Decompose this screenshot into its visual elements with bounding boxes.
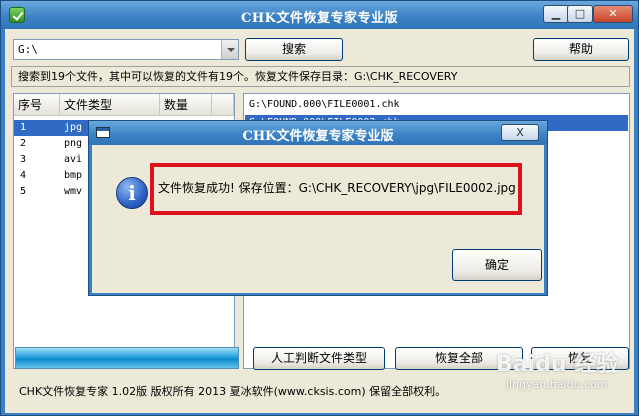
title-bar[interactable]: CHK文件恢复专家专业版 ▁ □ ✕ xyxy=(1,1,638,29)
column-header-filler xyxy=(212,94,234,116)
column-header-count[interactable]: 数量 xyxy=(160,94,212,116)
row-type: avi xyxy=(64,154,83,165)
info-icon: i xyxy=(116,177,148,209)
path-combo-input[interactable]: G:\ xyxy=(13,39,239,60)
close-button[interactable]: ✕ xyxy=(593,5,633,23)
row-type: wmv xyxy=(64,186,83,197)
dialog-close-button[interactable]: X xyxy=(501,124,539,141)
combo-dropdown-icon[interactable] xyxy=(221,40,238,59)
watermark-url: jingyan.baidu.com xyxy=(506,378,608,391)
watermark-text: Baidu 经验 xyxy=(496,352,619,377)
search-result-status: 搜索到19个文件，其中可以恢复的文件有19个。恢复文件保存目录：G:\CHK_R… xyxy=(11,66,630,87)
ok-button[interactable]: 确定 xyxy=(452,249,542,281)
list-item[interactable]: G:\FOUND.000\FILE0001.chk xyxy=(245,97,628,113)
dialog-message: 文件恢复成功! 保存位置：G:\CHK_RECOVERY\jpg\FILE000… xyxy=(158,181,516,195)
manual-type-button[interactable]: 人工判断文件类型 xyxy=(253,347,385,370)
dialog-title: CHK文件恢复专家专业版 xyxy=(242,129,394,144)
dialog-body: i 文件恢复成功! 保存位置：G:\CHK_RECOVERY\jpg\FILE0… xyxy=(92,145,544,293)
row-number: 4 xyxy=(20,170,27,181)
column-header-type[interactable]: 文件类型 xyxy=(60,94,160,116)
row-type: bmp xyxy=(64,170,83,181)
help-button[interactable]: 帮助 xyxy=(533,38,629,61)
search-result-text: 搜索到19个文件，其中可以恢复的文件有19个。恢复文件保存目录：G:\CHK_R… xyxy=(18,70,458,83)
dialog-title-bar[interactable]: CHK文件恢复专家专业版 X xyxy=(89,121,547,145)
success-dialog: CHK文件恢复专家专业版 X i 文件恢复成功! 保存位置：G:\CHK_REC… xyxy=(88,120,548,296)
maximize-button[interactable]: □ xyxy=(567,5,593,23)
watermark: Baidu 经验 jingyan.baidu.com xyxy=(496,344,636,404)
progress-bar xyxy=(15,347,239,369)
row-number: 1 xyxy=(20,122,27,133)
search-button[interactable]: 搜索 xyxy=(245,38,343,61)
minimize-button[interactable]: ▁ xyxy=(543,5,569,23)
row-type: png xyxy=(64,138,83,149)
row-number: 2 xyxy=(20,138,27,149)
column-header-number[interactable]: 序号 xyxy=(14,94,60,116)
row-type: jpg xyxy=(64,122,83,133)
row-number: 3 xyxy=(20,154,27,165)
row-number: 5 xyxy=(20,186,27,197)
